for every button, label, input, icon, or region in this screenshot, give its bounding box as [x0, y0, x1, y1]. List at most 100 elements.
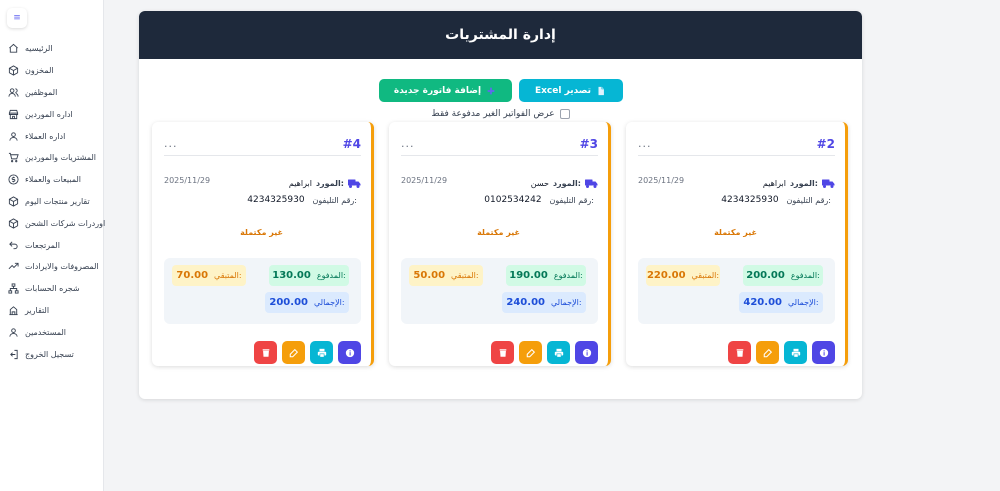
sidebar-item-sales[interactable]: المبيعات والعملاء	[0, 169, 104, 191]
add-invoice-label: إضافة فاتورة جديدة	[393, 85, 482, 96]
sidebar-item-users[interactable]: المستخدمين	[0, 321, 104, 343]
delete-button[interactable]	[491, 341, 514, 364]
print-button[interactable]	[547, 341, 570, 364]
totals-box: 200.00 المدفوع: 220.00 المتبقي: 420.00 الإج…	[638, 258, 835, 324]
sidebar-item-label: المبيعات والعملاء	[25, 175, 82, 185]
paid-amount: 190.00 المدفوع:	[506, 265, 586, 286]
totals-box: 190.00 المدفوع: 50.00 المتبقي: 240.00 الإجم…	[401, 258, 598, 324]
delete-button[interactable]	[254, 341, 277, 364]
sidebar-item-accounts-tree[interactable]: شجره الحسابات	[0, 278, 104, 300]
sidebar-item-home[interactable]: الرئيسيه	[0, 38, 104, 60]
supplier-name: ابراهيم	[288, 179, 312, 188]
delete-button[interactable]	[728, 341, 751, 364]
info-icon	[582, 348, 591, 357]
info-icon	[819, 348, 828, 357]
paid-amount: 200.00 المدفوع:	[743, 265, 823, 286]
invoice-number: #3	[579, 137, 598, 151]
supplier-row: حسن المورد:	[531, 174, 598, 193]
more-options[interactable]: ...	[401, 137, 415, 150]
total-value: 200.00	[269, 297, 308, 308]
user-icon	[8, 131, 19, 142]
sidebar-item-purchases[interactable]: المشتريات والموردين	[0, 147, 104, 169]
info-button[interactable]	[338, 341, 361, 364]
add-invoice-button[interactable]: إضافة فاتورة جديدة	[378, 79, 512, 102]
card-actions	[491, 341, 598, 364]
paid-value: 130.00	[272, 270, 311, 281]
sidebar-item-label: الرئيسيه	[25, 44, 53, 54]
remaining-label: المتبقي:	[691, 271, 720, 280]
sidebar-item-expenses[interactable]: المصروفات والايرادات	[0, 256, 104, 278]
sidebar-item-shipping-orders[interactable]: اوردرات شركات الشحن	[0, 212, 105, 234]
report-icon	[8, 305, 19, 316]
sidebar-item-inventory[interactable]: المخزون	[0, 60, 104, 82]
sidebar-item-employees[interactable]: الموظفين	[0, 82, 104, 104]
phone-row: 4234325930 رقم التليفون:	[247, 195, 357, 205]
phone-row: 4234325930 رقم التليفون:	[721, 195, 831, 205]
return-icon	[8, 240, 19, 251]
total-amount: 420.00 الإجمالي:	[739, 292, 823, 313]
print-button[interactable]	[784, 341, 807, 364]
remaining-value: 70.00	[176, 270, 209, 281]
unpaid-filter-checkbox[interactable]	[559, 109, 570, 119]
sidebar-item-label: الموظفين	[25, 87, 58, 97]
sidebar-item-label: التقارير	[25, 305, 50, 315]
sidebar-item-label: المخزون	[25, 66, 54, 76]
sidebar-item-label: تقارير منتجات اليوم	[25, 196, 90, 206]
supplier-label: المورد:	[315, 179, 344, 188]
hamburger-icon[interactable]: ≡	[7, 8, 27, 28]
sidebar-item-customers[interactable]: اداره العملاء	[0, 125, 104, 147]
file-icon	[598, 86, 604, 95]
info-icon	[345, 348, 354, 357]
card-actions	[254, 341, 361, 364]
info-button[interactable]	[812, 341, 835, 364]
remaining-amount: 50.00 المتبقي:	[409, 265, 483, 286]
sidebar-item-label: المرتجعات	[25, 240, 60, 250]
tree-icon	[8, 283, 19, 294]
total-amount: 200.00 الإجمالي:	[265, 292, 349, 313]
more-options[interactable]: ...	[638, 137, 652, 150]
phone-row: 0102534242 رقم التليفون:	[484, 195, 594, 205]
invoice-number: #4	[342, 137, 361, 151]
total-label: الإجمالي:	[313, 298, 345, 307]
edit-button[interactable]	[519, 341, 542, 364]
remaining-label: المتبقي:	[451, 271, 479, 280]
home-icon	[8, 43, 19, 54]
sidebar-item-suppliers[interactable]: اداره الموردين	[0, 103, 104, 125]
sidebar-item-logout[interactable]: تسجيل الخروج	[0, 343, 104, 365]
sidebar-nav: الرئيسيه المخزون الموظفين اداره الموردين…	[0, 38, 105, 365]
edit-icon	[763, 348, 772, 357]
more-options[interactable]: ...	[164, 137, 178, 150]
truck-icon	[348, 174, 361, 193]
paid-value: 200.00	[746, 270, 785, 281]
invoice-date: 2025/11/29	[164, 176, 211, 185]
supplier-label: المورد:	[789, 179, 818, 188]
sidebar-item-reports[interactable]: التقارير	[0, 300, 104, 322]
dollar-icon	[8, 174, 19, 185]
sidebar-item-label: تسجيل الخروج	[25, 349, 74, 359]
page-title: إدارة المشتريات	[445, 27, 556, 43]
sidebar-item-returns[interactable]: المرتجعات	[0, 234, 104, 256]
edit-button[interactable]	[282, 341, 305, 364]
panel-header: إدارة المشتريات	[139, 11, 862, 59]
invoice-card: #2 ... ابراهيم المورد: 2025/11/29 423432…	[626, 122, 848, 366]
sidebar-item-label: شجره الحسابات	[25, 284, 80, 294]
sidebar: ≡ الرئيسيه المخزون الموظفين اداره المورد…	[0, 0, 105, 491]
print-icon	[554, 348, 563, 357]
export-excel-button[interactable]: Excel تصدير	[518, 79, 623, 102]
supplier-row: ابراهيم المورد:	[763, 174, 835, 193]
supplier-name: ابراهيم	[762, 179, 786, 188]
edit-icon	[289, 348, 298, 357]
total-amount: 240.00 الإجمالي:	[502, 292, 586, 313]
sidebar-item-daily-reports[interactable]: تقارير منتجات اليوم	[0, 191, 104, 213]
plus-icon	[487, 87, 495, 94]
card-header: #3 ...	[401, 134, 598, 156]
info-button[interactable]	[575, 341, 598, 364]
logout-icon	[8, 349, 19, 360]
remaining-value: 50.00	[413, 270, 446, 281]
trash-icon	[736, 348, 743, 357]
invoice-date: 2025/11/29	[638, 176, 685, 185]
supplier-name: حسن	[530, 179, 549, 188]
print-button[interactable]	[310, 341, 333, 364]
edit-button[interactable]	[756, 341, 779, 364]
phone-label: رقم التليفون:	[786, 195, 831, 205]
